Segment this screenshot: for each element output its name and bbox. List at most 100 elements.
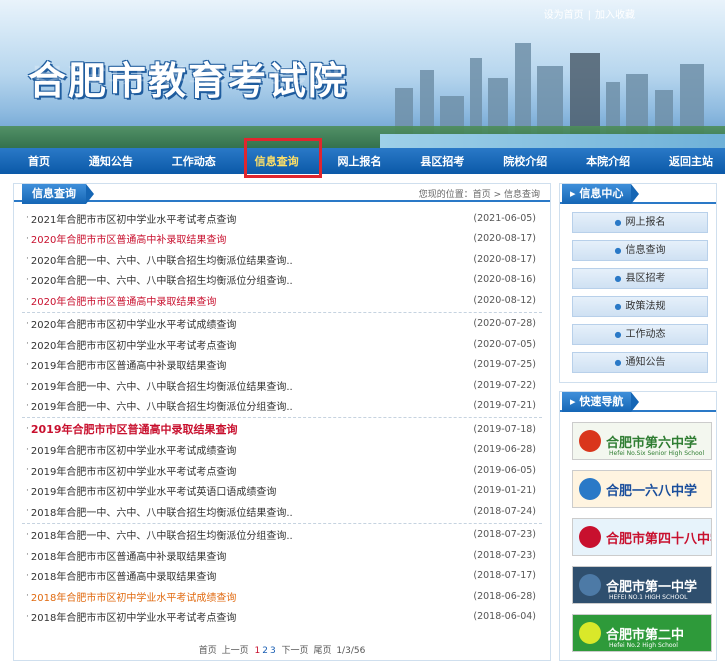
nav-item[interactable]: 通知公告 bbox=[89, 153, 133, 169]
lake bbox=[380, 134, 725, 148]
nav-item[interactable]: 工作动态 bbox=[172, 153, 216, 169]
list-item: · 2019年合肥一中、六中、八中联合招生均衡派位结果查询.. (2019-07-2… bbox=[14, 375, 550, 396]
nav-item[interactable]: 县区招考 bbox=[420, 153, 464, 169]
list-item-link[interactable]: 2020年合肥市市区普通高中补录取结果查询 bbox=[31, 231, 474, 246]
bullet-icon: ● bbox=[614, 330, 622, 339]
list-item-link[interactable]: 2018年合肥市市区普通高中录取结果查询 bbox=[31, 568, 474, 583]
pager-page-number[interactable]: 1 bbox=[254, 646, 260, 656]
list-item-date: (2020-07-28) bbox=[473, 318, 536, 330]
add-favorite-link[interactable]: 加入收藏 bbox=[595, 10, 635, 21]
bullet-icon: · bbox=[26, 380, 29, 391]
nav-item[interactable]: 网上报名 bbox=[338, 153, 382, 169]
list-item-date: (2020-08-16) bbox=[473, 274, 536, 286]
pager-page-number[interactable]: 2 bbox=[262, 646, 268, 656]
pager-first[interactable]: 首页 bbox=[199, 646, 217, 656]
list-item-link[interactable]: 2020年合肥一中、六中、八中联合招生均衡派位分组查询.. bbox=[31, 272, 474, 287]
list-item: · 2018年合肥市市区初中学业水平考试成绩查询 (2018-06-28) bbox=[14, 586, 550, 607]
list-item-link[interactable]: 2018年合肥市市区初中学业水平考试成绩查询 bbox=[31, 589, 474, 604]
list-item: · 2020年合肥市市区普通高中补录取结果查询 (2020-08-17) bbox=[14, 229, 550, 250]
set-home-link[interactable]: 设为首页 bbox=[544, 10, 584, 21]
list-item: · 2020年合肥一中、六中、八中联合招生均衡派位结果查询.. (2020-08-1… bbox=[14, 249, 550, 270]
pager-prev[interactable]: 上一页 bbox=[222, 646, 249, 656]
list-item-link[interactable]: 2018年合肥市市区初中学业水平考试考点查询 bbox=[31, 609, 474, 624]
bullet-icon: ● bbox=[614, 302, 622, 311]
list-item-link[interactable]: 2018年合肥一中、六中、八中联合招生均衡派位结果查询.. bbox=[31, 504, 474, 519]
pager-last[interactable]: 尾页 bbox=[313, 646, 331, 656]
list-item: · 2019年合肥市市区初中学业水平考试考点查询 (2019-06-05) bbox=[14, 460, 550, 481]
info-center-header: ▸ 信息中心 bbox=[560, 184, 716, 204]
list-divider bbox=[22, 417, 542, 418]
list-item-link[interactable]: 2020年合肥市市区普通高中录取结果查询 bbox=[31, 293, 474, 308]
list-item-link[interactable]: 2019年合肥市市区初中学业水平考试英语口语成绩查询 bbox=[31, 483, 474, 498]
list-item: · 2020年合肥市市区初中学业水平考试考点查询 (2020-07-05) bbox=[14, 334, 550, 355]
list-item-link[interactable]: 2018年合肥市市区普通高中补录取结果查询 bbox=[31, 548, 474, 563]
list-item-link[interactable]: 2019年合肥一中、六中、八中联合招生均衡派位分组查询.. bbox=[31, 398, 474, 413]
info-center-item-label: 信息查询 bbox=[625, 245, 666, 256]
list-item-date: (2018-07-23) bbox=[473, 549, 536, 561]
bullet-icon: · bbox=[26, 339, 29, 350]
list-item-link[interactable]: 2019年合肥市市区初中学业水平考试成绩查询 bbox=[31, 442, 474, 457]
school-emblem-icon bbox=[579, 430, 601, 452]
nav-item[interactable]: 首页 bbox=[28, 153, 50, 169]
info-center-item[interactable]: ● 通知公告 bbox=[572, 352, 708, 373]
school-english-name: Hefei No.Six Senior High School bbox=[609, 450, 705, 457]
site-title-reflection: 合肥市教育考试院 bbox=[28, 63, 349, 87]
breadcrumb: 您现的位置：首页 > 信息查询 bbox=[418, 190, 540, 200]
list-item-date: (2018-07-23) bbox=[473, 529, 536, 541]
bullet-icon: ● bbox=[614, 358, 622, 367]
nav-item[interactable]: 院校介绍 bbox=[503, 153, 547, 169]
list-item-link[interactable]: 2020年合肥市市区初中学业水平考试考点查询 bbox=[31, 337, 474, 352]
list-item: · 2019年合肥市市区普通高中录取结果查询 (2019-07-18) bbox=[14, 419, 550, 440]
info-center-item-label: 工作动态 bbox=[625, 329, 666, 340]
list-item-link[interactable]: 2019年合肥市市区普通高中录取结果查询 bbox=[31, 421, 474, 437]
school-logo-link[interactable]: 合肥市第六中学 Hefei No.Six Senior High School bbox=[572, 422, 712, 460]
header-banner: 设为首页 | 加入收藏 合肥市教育考试院 合肥市教育考试院 bbox=[0, 0, 725, 148]
bullet-icon: · bbox=[26, 465, 29, 476]
bullet-icon: · bbox=[26, 295, 29, 306]
list-item-link[interactable]: 2019年合肥市市区初中学业水平考试考点查询 bbox=[31, 463, 474, 478]
info-center-item[interactable]: ● 信息查询 bbox=[572, 240, 708, 261]
list-item-date: (2019-06-05) bbox=[473, 464, 536, 476]
list-item: · 2019年合肥市市区普通高中补录取结果查询 (2019-07-25) bbox=[14, 355, 550, 376]
school-logo-link[interactable]: 合肥一六八中学 bbox=[572, 470, 712, 508]
info-center-item[interactable]: ● 网上报名 bbox=[572, 212, 708, 233]
pager-page-number[interactable]: 3 bbox=[270, 646, 276, 656]
pagination: 首页 上一页 123 下一页 尾页 1/3/56 bbox=[14, 643, 550, 656]
nav-item[interactable]: 本院介绍 bbox=[586, 153, 630, 169]
list-item-link[interactable]: 2021年合肥市市区初中学业水平考试考点查询 bbox=[31, 211, 474, 226]
bullet-icon: · bbox=[26, 400, 29, 411]
nav-item[interactable]: 返回主站 bbox=[669, 153, 713, 169]
bullet-icon: · bbox=[26, 359, 29, 370]
school-logo-link[interactable]: 合肥市第一中学 HEFEI NO.1 HIGH SCHOOL bbox=[572, 566, 712, 604]
info-center-list: ● 网上报名 ● 信息查询 ● 县区招考 ● 政策法规 ● 工作动态 ● 通知公告 bbox=[572, 212, 708, 380]
list-item-date: (2020-08-12) bbox=[473, 294, 536, 306]
list-item-link[interactable]: 2020年合肥市市区初中学业水平考试成绩查询 bbox=[31, 316, 474, 331]
pager-pages: 123 bbox=[253, 646, 276, 656]
info-center-item[interactable]: ● 工作动态 bbox=[572, 324, 708, 345]
list-item-link[interactable]: 2018年合肥一中、六中、八中联合招生均衡派位分组查询.. bbox=[31, 527, 474, 542]
main-panel: 信息查询 您现的位置：首页 > 信息查询 · 2021年合肥市市区初中学业水平考试… bbox=[13, 183, 551, 661]
list-item: · 2019年合肥市市区初中学业水平考试英语口语成绩查询 (2019-01-21) bbox=[14, 481, 550, 502]
sidebar: ▸ 信息中心 ● 网上报名 ● 信息查询 ● 县区招考 ● 政策法规 ● 工作动态 ● 通知公告 ▸ … bbox=[559, 183, 717, 661]
pager-next[interactable]: 下一页 bbox=[282, 646, 309, 656]
list-item-link[interactable]: 2020年合肥一中、六中、八中联合招生均衡派位结果查询.. bbox=[31, 252, 474, 267]
school-emblem-icon bbox=[579, 622, 601, 644]
list-item: · 2020年合肥市市区普通高中录取结果查询 (2020-08-12) bbox=[14, 290, 550, 311]
main-nav: 首页 通知公告 工作动态 信息查询 网上报名 县区招考 院校介绍 本院介绍 返回主站 bbox=[0, 148, 725, 174]
bullet-icon: · bbox=[26, 506, 29, 517]
list-divider bbox=[22, 522, 542, 524]
list-item-link[interactable]: 2019年合肥一中、六中、八中联合招生均衡派位结果查询.. bbox=[31, 378, 474, 393]
list-item-date: (2019-06-28) bbox=[473, 444, 536, 456]
bullet-icon: · bbox=[26, 550, 29, 561]
school-name: 合肥市第一中学 bbox=[606, 579, 698, 595]
info-center-item-label: 通知公告 bbox=[625, 357, 666, 368]
quick-nav-header: ▸ 快速导航 bbox=[560, 392, 716, 412]
info-center-item[interactable]: ● 政策法规 bbox=[572, 296, 708, 317]
bullet-icon: · bbox=[26, 529, 29, 540]
school-logo-link[interactable]: 合肥市第二中 Hefei No.2 High School bbox=[572, 614, 712, 652]
school-logo-link[interactable]: 合肥市第四十八中学 bbox=[572, 518, 712, 556]
list-item: · 2018年合肥一中、六中、八中联合招生均衡派位结果查询.. (2018-07-2… bbox=[14, 501, 550, 522]
list-item-link[interactable]: 2019年合肥市市区普通高中补录取结果查询 bbox=[31, 357, 474, 372]
bullet-icon: ● bbox=[614, 274, 622, 283]
info-center-item[interactable]: ● 县区招考 bbox=[572, 268, 708, 289]
